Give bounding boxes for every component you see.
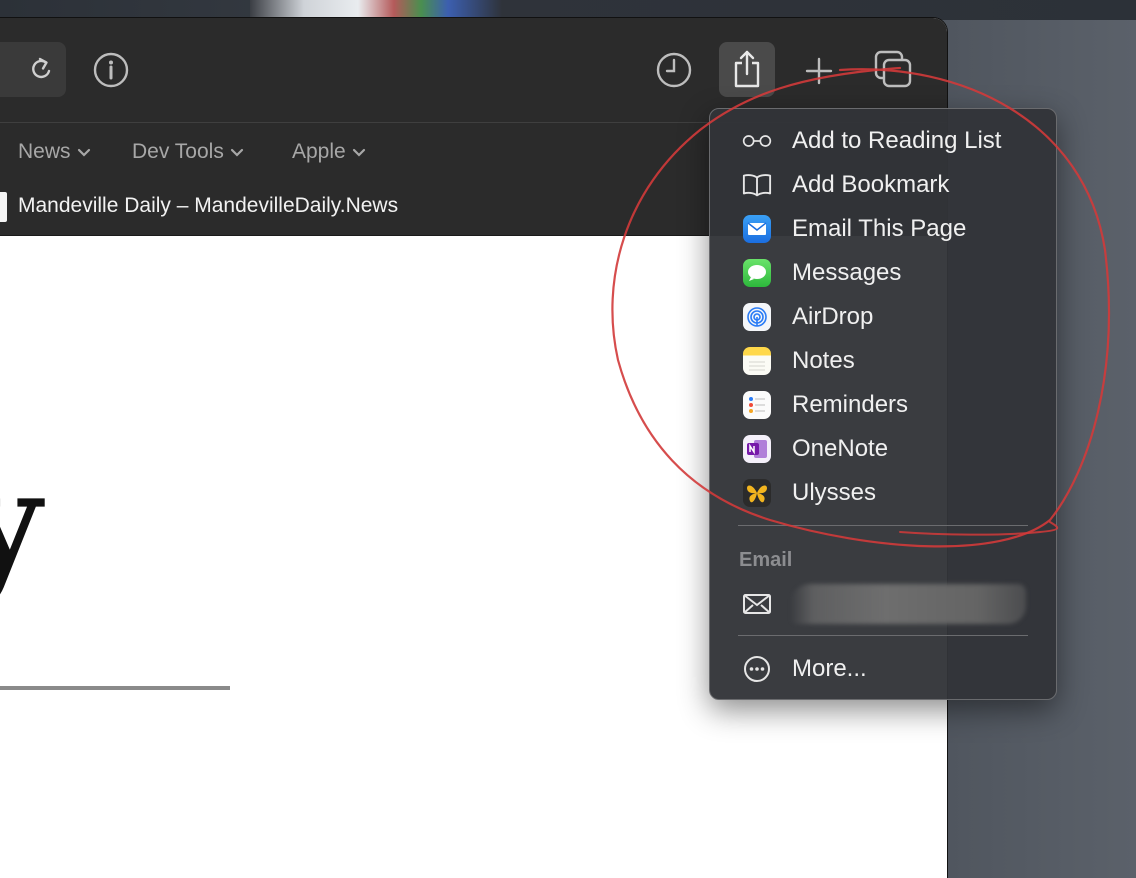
history-clock-icon[interactable] (656, 52, 692, 88)
menu-item-label: OneNote (792, 435, 889, 462)
book-icon (742, 170, 772, 200)
menu-item-label: Ulysses (792, 479, 877, 506)
share-icon (732, 50, 762, 88)
messages-app-icon (742, 258, 772, 288)
page-masthead-glyph: y (0, 441, 42, 605)
menu-item-label: Notes (792, 347, 855, 374)
desktop-wallpaper (250, 0, 1136, 20)
menu-item-airdrop[interactable]: AirDrop (710, 297, 1056, 337)
menu-item-more[interactable]: More... (710, 649, 1056, 689)
envelope-icon (742, 589, 772, 619)
ulysses-app-icon (742, 478, 772, 508)
address-bar[interactable] (0, 42, 66, 97)
favorites-folder-label: News (18, 140, 71, 163)
menu-item-label: Add to Reading List (792, 127, 1002, 154)
notes-app-icon (742, 346, 772, 376)
favorites-folder-news[interactable]: News (18, 140, 91, 164)
menu-item-label: More... (792, 655, 867, 682)
menu-item-notes[interactable]: Notes (710, 341, 1056, 381)
favorites-folder-dev-tools[interactable]: Dev Tools (132, 140, 244, 164)
mail-app-icon (742, 214, 772, 244)
favorites-folder-label: Apple (292, 140, 346, 163)
menu-item-add-to-reading-list[interactable]: Add to Reading List (710, 121, 1056, 161)
menu-item-ulysses[interactable]: Ulysses (710, 473, 1056, 513)
share-button[interactable] (719, 42, 775, 97)
tab-title[interactable]: Mandeville Daily – MandevilleDaily.News (18, 194, 398, 218)
menu-item-reminders[interactable]: Reminders (710, 385, 1056, 425)
menu-item-label: AirDrop (792, 303, 874, 330)
chevron-down-icon (352, 140, 366, 164)
menu-item-label: Messages (792, 259, 902, 286)
email-section-header: Email (739, 549, 793, 571)
menu-item-label: Email This Page (792, 215, 967, 242)
info-icon[interactable] (93, 52, 129, 88)
new-tab-plus-icon[interactable] (804, 56, 834, 86)
onenote-app-icon (742, 434, 772, 464)
favorites-folder-apple[interactable]: Apple (292, 140, 366, 164)
menu-item-label: Reminders (792, 391, 909, 418)
reminders-app-icon (742, 390, 772, 420)
favorites-folder-label: Dev Tools (132, 140, 224, 163)
menu-item-messages[interactable]: Messages (710, 253, 1056, 293)
reload-icon[interactable] (28, 56, 54, 84)
menu-item-email-contact[interactable] (710, 584, 1056, 624)
page-divider (0, 686, 230, 690)
menu-separator (738, 525, 1028, 526)
chevron-down-icon (230, 140, 244, 164)
share-menu: Add to Reading List Add Bookmark Email T… (709, 108, 1057, 700)
menu-item-add-bookmark[interactable]: Add Bookmark (710, 165, 1056, 205)
menu-item-onenote[interactable]: OneNote (710, 429, 1056, 469)
chevron-down-icon (77, 140, 91, 164)
airdrop-icon (742, 302, 772, 332)
menu-item-email-this-page[interactable]: Email This Page (710, 209, 1056, 249)
redacted-email-address (790, 584, 1026, 624)
glasses-icon (742, 126, 772, 156)
more-ellipsis-icon (742, 654, 772, 684)
menu-separator (738, 635, 1028, 636)
menu-item-label: Add Bookmark (792, 171, 950, 198)
tab-overview-icon[interactable] (874, 50, 912, 88)
site-favicon (0, 192, 7, 222)
